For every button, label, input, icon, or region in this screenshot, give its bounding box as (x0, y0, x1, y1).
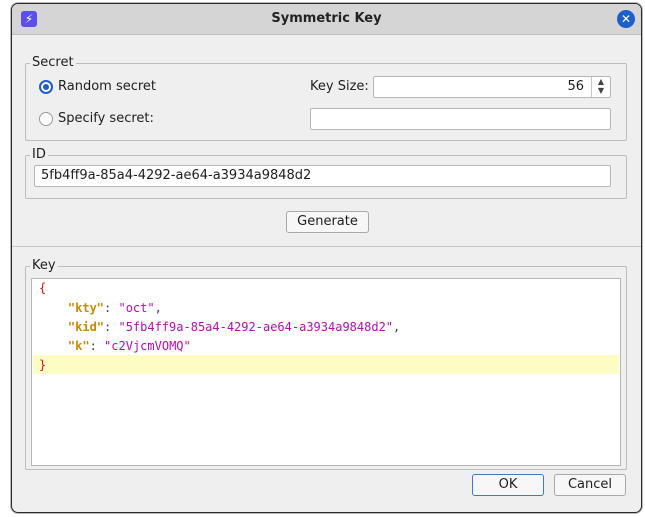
code-line-open: { (39, 279, 46, 297)
close-icon[interactable]: ✕ (617, 10, 635, 28)
random-secret-option[interactable]: Random secret (39, 79, 156, 94)
spinner-arrows-icon[interactable]: ▲ ▼ (591, 77, 610, 97)
key-size-spinner[interactable]: 56 ▲ ▼ (373, 76, 611, 98)
secret-legend: Secret (30, 55, 76, 70)
key-json-editor[interactable]: { "kty": "oct", "kid": "5fb4ff9a-85a4-42… (31, 278, 621, 466)
random-secret-label: Random secret (58, 79, 157, 94)
random-secret-radio[interactable] (39, 79, 53, 94)
specify-secret-radio[interactable] (39, 111, 53, 126)
window-title: Symmetric Key (271, 11, 382, 26)
id-group: ID 5fb4ff9a-85a4-4292-ae64-a3934a9848d2 (25, 147, 627, 199)
key-legend: Key (30, 258, 58, 273)
secret-group: Secret Random secret Specify secret: Key… (25, 55, 627, 141)
code-line-kty: "kty": "oct", (67, 301, 162, 315)
json-key: "k" (67, 339, 90, 353)
json-comma: , (393, 320, 401, 334)
specify-secret-label: Specify secret: (58, 111, 154, 126)
specify-secret-input[interactable] (310, 108, 611, 130)
title-bar: ⚡ Symmetric Key ✕ (12, 4, 641, 35)
json-value: "oct" (118, 301, 155, 315)
cancel-button[interactable]: Cancel (554, 474, 626, 496)
id-input[interactable]: 5fb4ff9a-85a4-4292-ae64-a3934a9848d2 (34, 165, 611, 187)
open-brace: { (39, 281, 47, 295)
symmetric-key-dialog: ⚡ Symmetric Key ✕ Secret Random secret S… (11, 3, 642, 513)
ok-button[interactable]: OK (472, 474, 544, 496)
generate-button[interactable]: Generate (286, 211, 369, 233)
close-brace: } (39, 358, 47, 372)
json-key: "kty" (67, 301, 105, 315)
json-comma: , (154, 301, 162, 315)
key-size-label: Key Size: (310, 79, 369, 94)
json-value: "c2VjcmVOMQ" (104, 339, 191, 353)
json-key: "kid" (67, 320, 105, 334)
code-line-kid: "kid": "5fb4ff9a-85a4-4292-ae64-a3934a98… (67, 320, 401, 334)
code-line-close: } (39, 356, 46, 374)
id-legend: ID (30, 147, 48, 162)
key-size-value: 56 (567, 79, 584, 94)
current-line-highlight (33, 355, 619, 374)
divider (12, 246, 641, 247)
code-line-k: "k": "c2VjcmVOMQ" (67, 339, 191, 353)
json-value: "5fb4ff9a-85a4-4292-ae64-a3934a9848d2" (118, 320, 394, 334)
specify-secret-option[interactable]: Specify secret: (39, 111, 154, 126)
